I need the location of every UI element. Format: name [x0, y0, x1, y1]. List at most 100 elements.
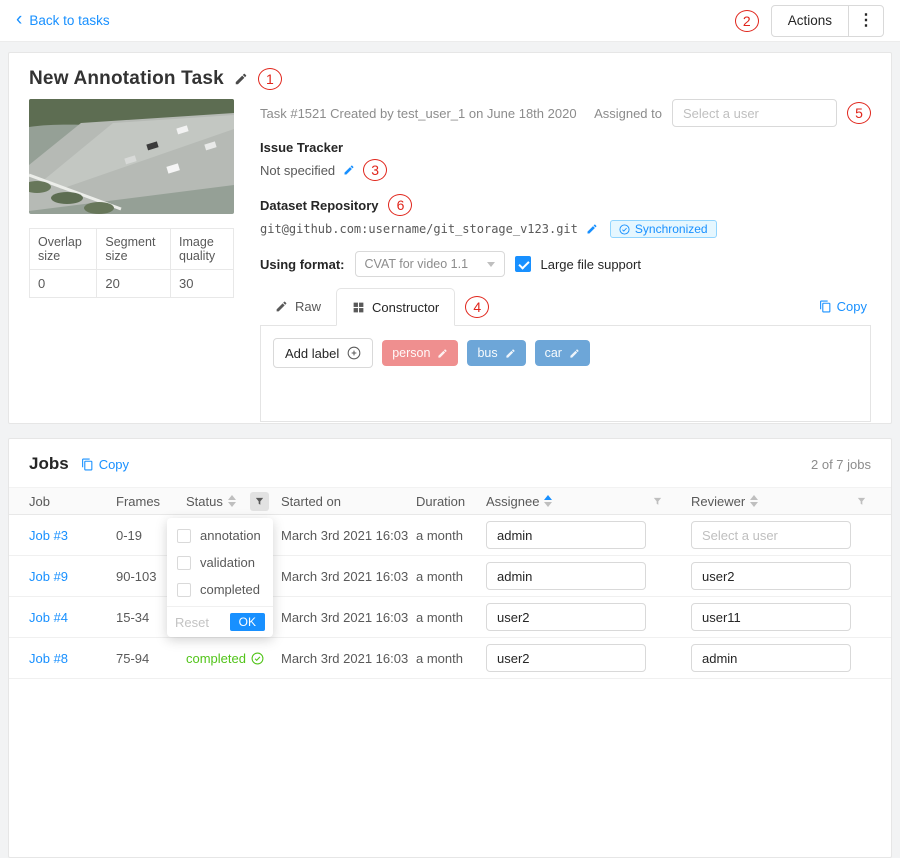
col-status: Status [186, 492, 281, 511]
task-assignee-input[interactable] [672, 99, 837, 127]
issue-tracker-label: Issue Tracker [260, 140, 871, 155]
check-circle-icon [619, 224, 630, 235]
edit-issue-tracker-icon[interactable] [343, 164, 355, 176]
edit-repository-icon[interactable] [586, 223, 598, 235]
format-select-value: CVAT for video 1.1 [365, 257, 469, 271]
edit-label-icon[interactable] [437, 348, 448, 359]
constructor-icon [352, 301, 365, 314]
reviewer-input[interactable] [691, 603, 851, 631]
started-cell: March 3rd 2021 16:03 [281, 610, 416, 625]
job-link[interactable]: Job #8 [29, 651, 116, 666]
assignee-input[interactable] [486, 521, 646, 549]
sort-assignee-icon[interactable] [544, 495, 552, 507]
copy-labels-link[interactable]: Copy [819, 299, 867, 314]
sort-reviewer-icon[interactable] [750, 495, 758, 507]
job-link[interactable]: Job #3 [29, 528, 116, 543]
param-value: 20 [97, 270, 171, 298]
issue-tracker-value: Not specified [260, 163, 335, 178]
actions-button[interactable]: Actions ⋮ [771, 5, 884, 37]
col-reviewer: Reviewer [691, 492, 871, 511]
labels-constructor-panel: Add label person bus [260, 326, 871, 422]
callout-6: 6 [388, 194, 412, 216]
started-cell: March 3rd 2021 16:03 [281, 569, 416, 584]
filter-ok-button[interactable]: OK [230, 613, 265, 631]
started-cell: March 3rd 2021 16:03 [281, 528, 416, 543]
tab-raw[interactable]: Raw [260, 288, 336, 325]
assignee-input[interactable] [486, 603, 646, 631]
filter-option-annotation[interactable]: annotation [167, 522, 273, 549]
edit-label-icon[interactable] [569, 348, 580, 359]
filter-reviewer-icon[interactable] [852, 492, 871, 511]
actions-label: Actions [772, 13, 848, 28]
duration-cell: a month [416, 610, 486, 625]
copy-icon [81, 458, 94, 471]
filter-option-label: completed [200, 582, 260, 597]
checkbox-validation[interactable] [177, 556, 191, 570]
checkbox-annotation[interactable] [177, 529, 191, 543]
started-cell: March 3rd 2021 16:03 [281, 651, 416, 666]
col-assignee: Assignee [486, 492, 691, 511]
filter-assignee-icon[interactable] [648, 492, 667, 511]
task-params-table: Overlap size Segment size Image quality … [29, 228, 234, 298]
add-label-text: Add label [285, 346, 339, 361]
checkbox-completed[interactable] [177, 583, 191, 597]
back-to-tasks-link[interactable]: ‹ Back to tasks [16, 12, 110, 29]
copy-jobs-link[interactable]: Copy [81, 457, 129, 472]
edit-title-icon[interactable] [234, 72, 248, 86]
col-assignee-label[interactable]: Assignee [486, 494, 539, 509]
col-frames: Frames [116, 494, 186, 509]
large-file-label: Large file support [541, 257, 641, 272]
col-status-label[interactable]: Status [186, 494, 223, 509]
large-file-checkbox[interactable] [515, 256, 531, 272]
filter-status-icon[interactable] [250, 492, 269, 511]
label-tag-person[interactable]: person [382, 340, 458, 366]
duration-cell: a month [416, 651, 486, 666]
assigned-to-label: Assigned to [594, 106, 662, 121]
edit-label-icon[interactable] [505, 348, 516, 359]
sync-status-badge: Synchronized [610, 220, 717, 238]
label-tag-car[interactable]: car [535, 340, 590, 366]
reviewer-input[interactable] [691, 644, 851, 672]
filter-option-completed[interactable]: completed [167, 576, 273, 603]
task-preview-image [29, 99, 234, 214]
frames-cell: 75-94 [116, 651, 186, 666]
task-meta: Task #1521 Created by test_user_1 on Jun… [260, 106, 584, 121]
dataset-repository-url: git@github.com:username/git_storage_v123… [260, 222, 578, 236]
col-job: Job [29, 494, 116, 509]
check-circle-icon [251, 652, 264, 665]
col-reviewer-label[interactable]: Reviewer [691, 494, 745, 509]
callout-3: 3 [363, 159, 387, 181]
duration-cell: a month [416, 528, 486, 543]
job-link[interactable]: Job #9 [29, 569, 116, 584]
reviewer-input[interactable] [691, 521, 851, 549]
filter-footer: Reset OK [167, 606, 273, 637]
format-select[interactable]: CVAT for video 1.1 [355, 251, 505, 277]
table-row: Job #9 90-103 March 3rd 2021 16:03 a mon… [9, 556, 891, 597]
tab-constructor[interactable]: Constructor [336, 288, 455, 326]
jobs-table-header: Job Frames Status Started on Duration As… [9, 487, 891, 515]
job-link[interactable]: Job #4 [29, 610, 116, 625]
jobs-header: Jobs Copy 2 of 7 jobs [9, 451, 891, 477]
jobs-count: 2 of 7 jobs [811, 457, 871, 472]
copy-jobs-label: Copy [99, 457, 129, 472]
task-title-row: New Annotation Task 1 [29, 65, 871, 93]
assignee-input[interactable] [486, 562, 646, 590]
add-label-button[interactable]: Add label [273, 338, 373, 368]
callout-2: 2 [735, 10, 759, 32]
task-left-column: Overlap size Segment size Image quality … [29, 99, 234, 422]
labels-tab-bar: Raw Constructor 4 [260, 288, 871, 326]
callout-4: 4 [465, 296, 489, 318]
reviewer-input[interactable] [691, 562, 851, 590]
table-row: Job #8 75-94 completed March 3rd 2021 16… [9, 638, 891, 679]
kebab-menu-icon[interactable]: ⋮ [849, 13, 883, 29]
copy-labels-label: Copy [837, 299, 867, 314]
label-tag-bus[interactable]: bus [467, 340, 525, 366]
param-header: Image quality [171, 229, 234, 270]
filter-reset-button[interactable]: Reset [175, 615, 209, 630]
chevron-left-icon: ‹ [16, 10, 22, 29]
table-row: Job #3 0-19 March 3rd 2021 16:03 a month [9, 515, 891, 556]
sort-status-icon[interactable] [228, 495, 236, 507]
assignee-input[interactable] [486, 644, 646, 672]
tab-raw-label: Raw [295, 299, 321, 314]
filter-option-validation[interactable]: validation [167, 549, 273, 576]
